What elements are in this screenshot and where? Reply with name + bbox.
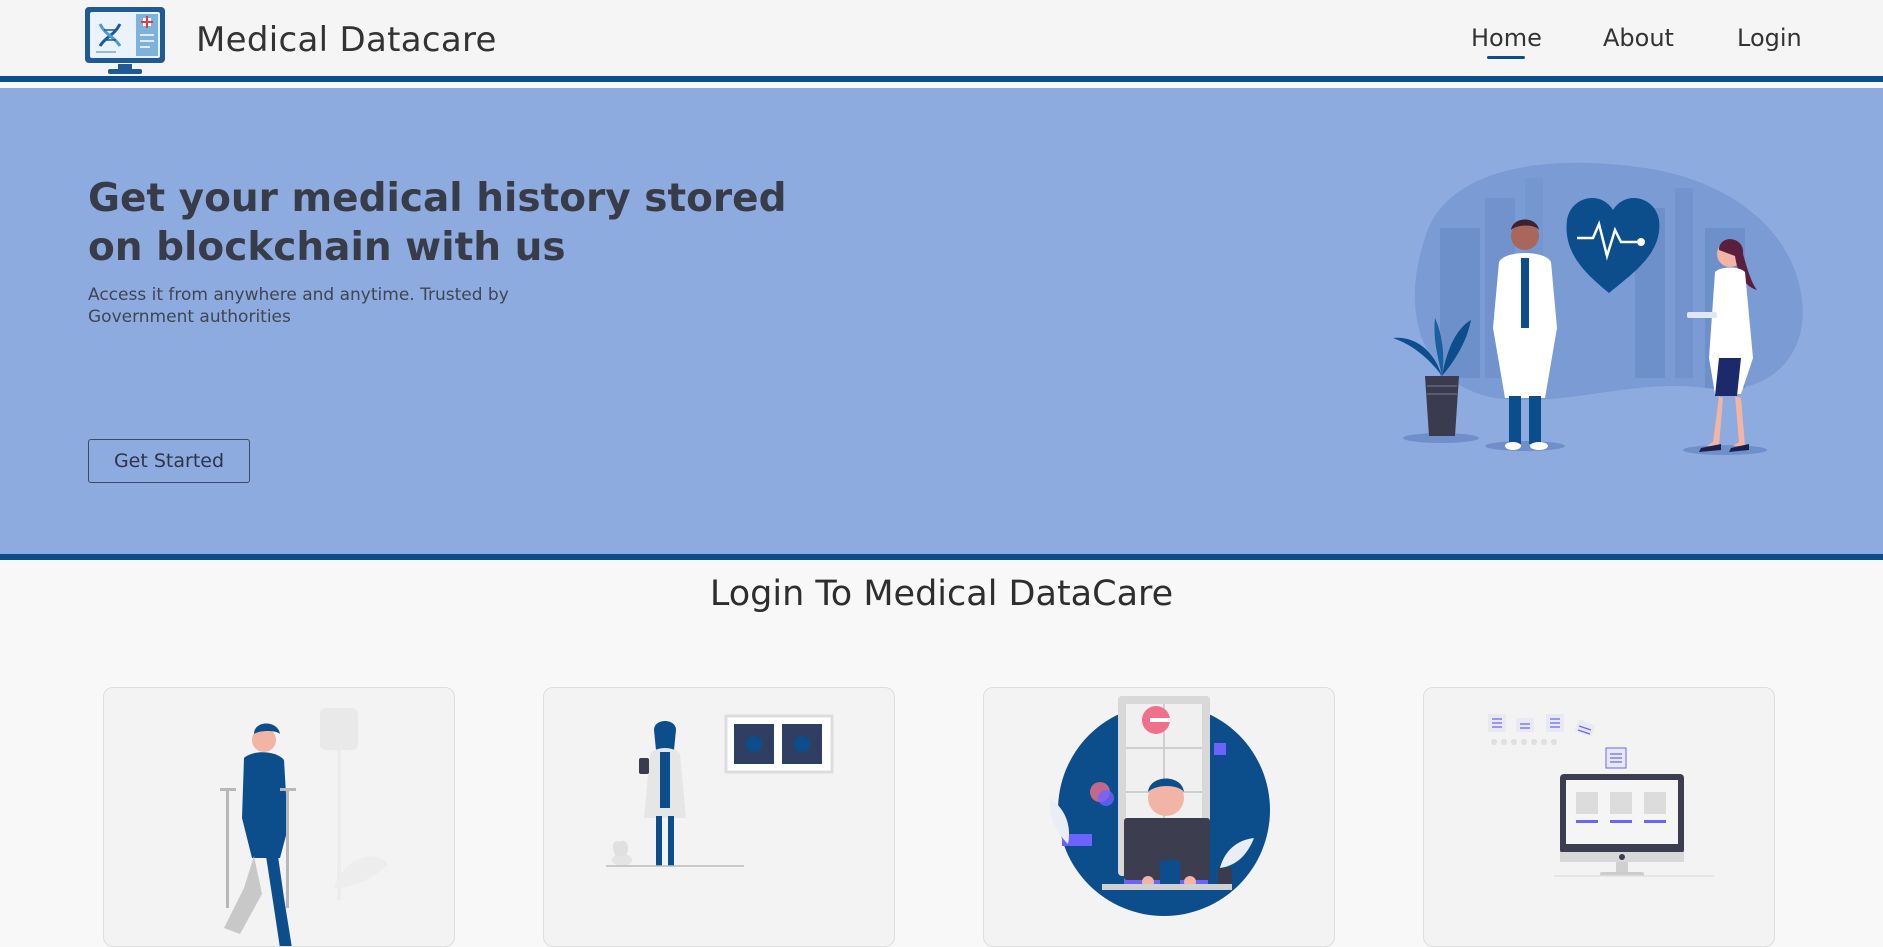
get-started-button[interactable]: Get Started (88, 439, 250, 483)
hero-banner: Get your medical history stored on block… (0, 88, 1883, 560)
dna-monitor-icon[interactable] (84, 6, 166, 76)
navbar: Medical Datacare Home About Login (0, 0, 1883, 82)
patient-crutches-illustration (220, 708, 388, 946)
user-login-card[interactable] (983, 687, 1335, 947)
doctors-heart-illustration (1385, 158, 1805, 458)
nav-active-indicator (1487, 56, 1525, 59)
login-section-title: Login To Medical DataCare (709, 574, 1174, 614)
user-laptop-illustration (1049, 696, 1270, 916)
hero-subtitle: Access it from anywhere and anytime. Tru… (88, 285, 509, 327)
doctor-login-card[interactable] (543, 687, 895, 947)
nav-about-link[interactable]: About (1603, 24, 1674, 52)
brand-name[interactable]: Medical Datacare (196, 20, 497, 60)
records-monitor-illustration (1488, 714, 1714, 877)
hero-title: Get your medical history stored on block… (88, 176, 787, 270)
nav-login-link[interactable]: Login (1737, 24, 1802, 52)
patient-login-card[interactable] (103, 687, 455, 947)
records-login-card[interactable] (1423, 687, 1775, 947)
doctor-xray-illustration (606, 714, 834, 867)
nav-home-link[interactable]: Home (1471, 24, 1542, 52)
